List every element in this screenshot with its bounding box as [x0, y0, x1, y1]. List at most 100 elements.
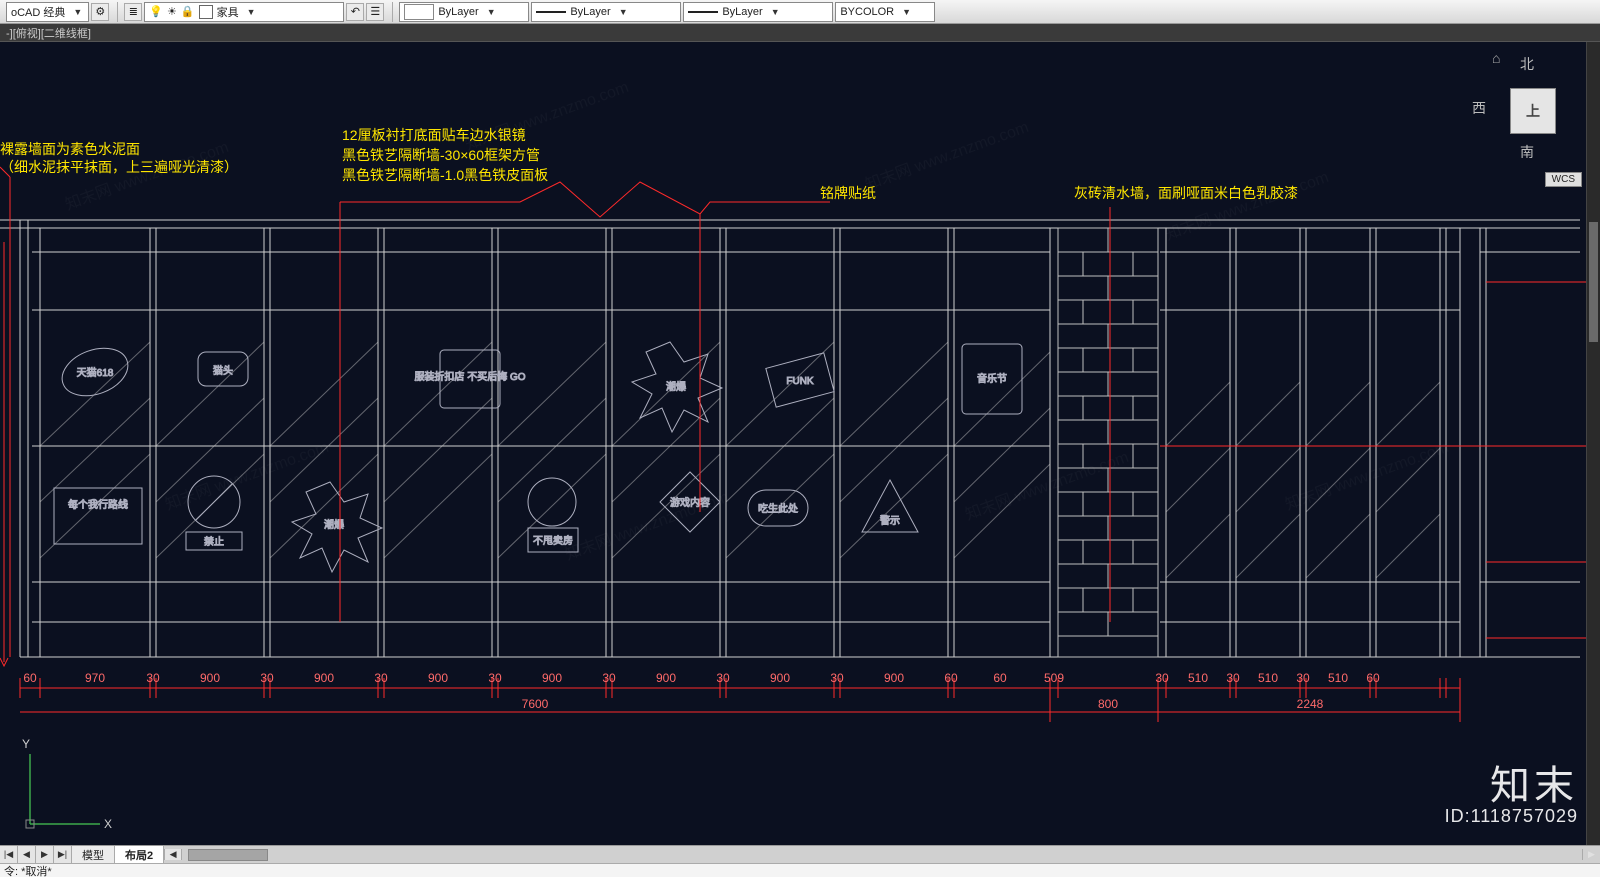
tab-last-icon[interactable]: ▶|	[54, 846, 72, 863]
ucs-x-label: X	[104, 817, 112, 831]
viewcube-top[interactable]: 上	[1510, 88, 1556, 134]
drawing-canvas[interactable]: 知末网 www.znzmo.com 知末网 www.znzmo.com 知末网 …	[0, 42, 1600, 845]
decal: 警示	[880, 514, 900, 527]
viewcube-south[interactable]: 南	[1520, 142, 1534, 162]
layer-dropdown[interactable]: 💡 ☀ 🔒 家具 ▼	[144, 2, 344, 22]
dim: 510	[1188, 671, 1208, 685]
layer-name: 家具	[217, 4, 239, 20]
dim: 30	[830, 671, 844, 685]
dim-total: 7600	[522, 697, 549, 711]
bycolor-label: BYCOLOR	[840, 6, 894, 18]
color-swatch	[404, 4, 434, 20]
dim: 60	[944, 671, 958, 685]
linetype-preview	[536, 11, 566, 13]
hscroll-right-icon[interactable]: ▶	[1582, 849, 1600, 860]
dim: 30	[374, 671, 388, 685]
command-prefix: 令:	[4, 863, 18, 877]
dim: 30	[602, 671, 616, 685]
decal: 猫头	[213, 364, 233, 377]
bycolor-dropdown[interactable]: BYCOLOR ▼	[835, 2, 935, 22]
layer-previous-icon[interactable]: ↶	[346, 3, 364, 21]
decal: 禁止	[204, 536, 224, 548]
dim: 30	[1226, 671, 1240, 685]
hscroll-left-icon[interactable]: ◀	[164, 849, 182, 860]
chevron-down-icon: ▼	[902, 7, 911, 17]
decal: 吃生此处	[758, 502, 798, 515]
linetype-label: ByLayer	[438, 6, 478, 18]
tab-layout2[interactable]: 布局2	[115, 846, 164, 863]
dim: 900	[656, 671, 676, 685]
viewport-label: -][俯视][二维线框]	[6, 25, 91, 41]
lineweight-dropdown[interactable]: ByLayer ▼	[683, 2, 833, 22]
tab-prev-icon[interactable]: ◀	[18, 846, 36, 863]
decal: 游戏内容	[670, 496, 710, 509]
horizontal-scrollbar[interactable]: ◀ ▶	[164, 846, 1600, 863]
layer-states-icon[interactable]: ☰	[366, 3, 384, 21]
dim: 60	[23, 671, 37, 685]
tab-next-icon[interactable]: ▶	[36, 846, 54, 863]
lineweight-preview	[688, 11, 718, 13]
linetype-dropdown[interactable]: ByLayer ▼	[531, 2, 681, 22]
vertical-scrollbar[interactable]	[1586, 42, 1600, 845]
dim: 30	[260, 671, 274, 685]
workspace-settings-icon[interactable]: ⚙	[91, 3, 109, 21]
scrollbar-thumb[interactable]	[1589, 222, 1598, 342]
dim: 900	[770, 671, 790, 685]
annotation: 灰砖清水墙，面刷哑面米白色乳胶漆	[1074, 185, 1298, 201]
chevron-down-icon: ▼	[73, 7, 82, 17]
workspace-dropdown[interactable]: oCAD 经典 ▼	[6, 2, 89, 22]
chevron-down-icon: ▼	[247, 7, 256, 17]
dim: 900	[884, 671, 904, 685]
dim: 900	[314, 671, 334, 685]
decal: 天猫618	[77, 366, 114, 379]
layer-color-swatch	[199, 5, 213, 19]
tab-model[interactable]: 模型	[72, 846, 115, 863]
chevron-down-icon: ▼	[619, 7, 628, 17]
decal: FUNK	[786, 376, 814, 387]
dim: 30	[488, 671, 502, 685]
watermark-id: ID:1118757029	[1445, 806, 1578, 827]
tab-first-icon[interactable]: |◀	[0, 846, 18, 863]
workspace-label: oCAD 经典	[11, 4, 65, 20]
viewcube-top-label: 上	[1526, 101, 1540, 121]
viewcube[interactable]: ⌂ 北 西 南 上	[1462, 50, 1582, 170]
dim: 900	[542, 671, 562, 685]
decal: 不甩卖房	[533, 534, 573, 547]
decal: 潮爆	[666, 380, 686, 393]
tab-layout2-label: 布局2	[125, 847, 153, 863]
dim: 30	[1155, 671, 1169, 685]
command-line[interactable]: 令: *取消*	[0, 863, 1600, 877]
color-dropdown[interactable]: ByLayer ▼	[399, 2, 529, 22]
chevron-down-icon: ▼	[487, 7, 496, 17]
decal: 音乐节	[977, 372, 1007, 385]
decal: 每个我行路线	[68, 498, 128, 511]
decal: 潮爆	[324, 518, 344, 531]
annotation: （细水泥抹平抹面，上三遍哑光清漆）	[0, 159, 238, 175]
dim: 60	[993, 671, 1007, 685]
hscroll-thumb[interactable]	[188, 849, 268, 861]
lineweight-label: ByLayer	[570, 6, 610, 18]
dim: 30	[146, 671, 160, 685]
viewcube-north[interactable]: 北	[1520, 54, 1534, 74]
dim: 30	[716, 671, 730, 685]
watermark-brand: 知末	[1490, 753, 1578, 811]
annotation: 黑色铁艺隔断墙-30×60框架方管	[342, 147, 540, 163]
annotation: 裸露墙面为素色水泥面	[0, 141, 140, 157]
annotation: 12厘板衬打底面贴车边水银镜	[342, 127, 526, 143]
dim: 60	[1366, 671, 1380, 685]
viewcube-west[interactable]: 西	[1472, 98, 1486, 118]
dim-right: 2248	[1297, 697, 1324, 711]
annotation: 铭牌贴纸	[820, 185, 876, 201]
dim: 510	[1258, 671, 1278, 685]
viewport-label-bar[interactable]: -][俯视][二维线框]	[0, 24, 1600, 42]
lock-icon: 🔒	[181, 5, 195, 18]
home-icon[interactable]: ⌂	[1492, 50, 1500, 66]
dim: 970	[85, 671, 105, 685]
layer-properties-icon[interactable]: ≣	[124, 3, 142, 21]
dim: 900	[428, 671, 448, 685]
bulb-icon: 💡	[149, 5, 163, 18]
dim: 510	[1328, 671, 1348, 685]
ucs-y-label: Y	[22, 737, 30, 751]
wcs-badge[interactable]: WCS	[1545, 172, 1582, 187]
dim: 30	[1296, 671, 1310, 685]
